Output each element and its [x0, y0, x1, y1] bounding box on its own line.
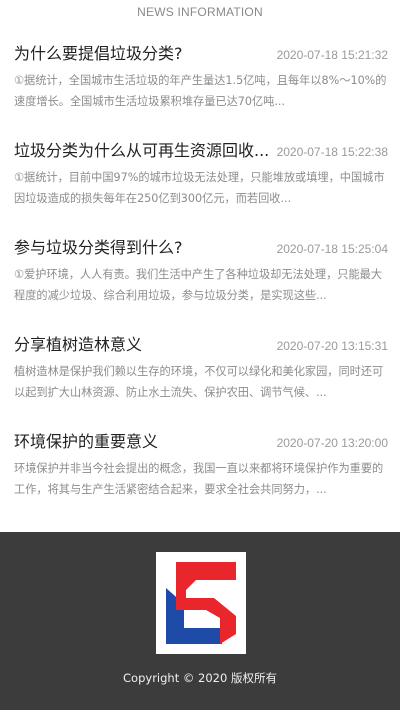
news-head: 分享植树造林意义 2020-07-20 13:15:31 — [14, 331, 388, 355]
news-item-1[interactable]: 为什么要提倡垃圾分类? 2020-07-18 15:21:32 ①据统计，全国城… — [14, 24, 388, 121]
news-title[interactable]: 环境保护的重要意义 — [14, 428, 158, 452]
news-date: 2020-07-20 13:20:00 — [276, 436, 388, 450]
news-summary: ①爱护环境，人人有责。我们生活中产生了各种垃圾却无法处理，只能最大程度的减少垃圾… — [14, 268, 383, 302]
news-item-5[interactable]: 环境保护的重要意义 2020-07-20 13:20:00 环境保护并非当今社会… — [14, 412, 388, 509]
copyright-text: Copyright © 2020 版权所有 — [123, 671, 277, 685]
news-item-3[interactable]: 参与垃圾分类得到什么? 2020-07-18 15:25:04 ①爱护环境，人人… — [14, 218, 388, 315]
news-summary: 植树造林是保护我们赖以生存的环境，不仅可以绿化和美化家园，同时还可以起到扩大山林… — [14, 365, 384, 399]
news-item-4[interactable]: 分享植树造林意义 2020-07-20 13:15:31 植树造林是保护我们赖以… — [14, 315, 388, 412]
logo-container — [156, 552, 246, 654]
news-head: 参与垃圾分类得到什么? 2020-07-18 15:25:04 — [14, 234, 388, 258]
news-title[interactable]: 垃圾分类为什么从可再生资源回收... — [14, 137, 269, 161]
news-head: 为什么要提倡垃圾分类? 2020-07-18 15:21:32 — [14, 40, 388, 64]
news-date: 2020-07-18 15:22:38 — [276, 145, 388, 159]
news-head: 垃圾分类为什么从可再生资源回收... 2020-07-18 15:22:38 — [14, 137, 388, 161]
news-title[interactable]: 分享植树造林意义 — [14, 331, 142, 355]
news-summary: ①据统计，目前中国97%的城市垃圾无法处理，只能堆放或填埋，中国城市因垃圾造成的… — [14, 171, 385, 205]
news-date: 2020-07-18 15:25:04 — [276, 242, 388, 256]
news-date: 2020-07-18 15:21:32 — [276, 48, 388, 62]
news-list: 为什么要提倡垃圾分类? 2020-07-18 15:21:32 ①据统计，全国城… — [0, 24, 400, 509]
footer: Copyright © 2020 版权所有 — [0, 532, 400, 710]
section-header: NEWS INFORMATION — [137, 5, 263, 19]
company-logo-icon — [166, 562, 236, 644]
news-summary: ①据统计，全国城市生活垃圾的年产生量达1.5亿吨，且每年以8%～10%的速度增长… — [14, 74, 387, 108]
page: NEWS INFORMATION 为什么要提倡垃圾分类? 2020-07-18 … — [0, 0, 400, 710]
news-summary: 环境保护并非当今社会提出的概念，我国一直以来都将环境保护作为重要的工作，将其与生… — [14, 462, 384, 496]
news-title[interactable]: 为什么要提倡垃圾分类? — [14, 40, 183, 64]
news-head: 环境保护的重要意义 2020-07-20 13:20:00 — [14, 428, 388, 452]
news-date: 2020-07-20 13:15:31 — [276, 339, 388, 353]
news-item-2[interactable]: 垃圾分类为什么从可再生资源回收... 2020-07-18 15:22:38 ①… — [14, 121, 388, 218]
news-title[interactable]: 参与垃圾分类得到什么? — [14, 234, 183, 258]
